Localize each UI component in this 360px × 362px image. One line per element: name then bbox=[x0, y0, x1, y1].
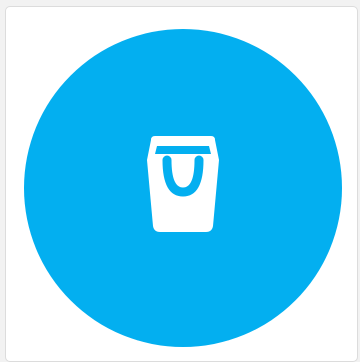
app-icon-card bbox=[5, 6, 358, 362]
app-logo bbox=[24, 29, 342, 347]
shopping-bag-icon bbox=[145, 134, 221, 234]
